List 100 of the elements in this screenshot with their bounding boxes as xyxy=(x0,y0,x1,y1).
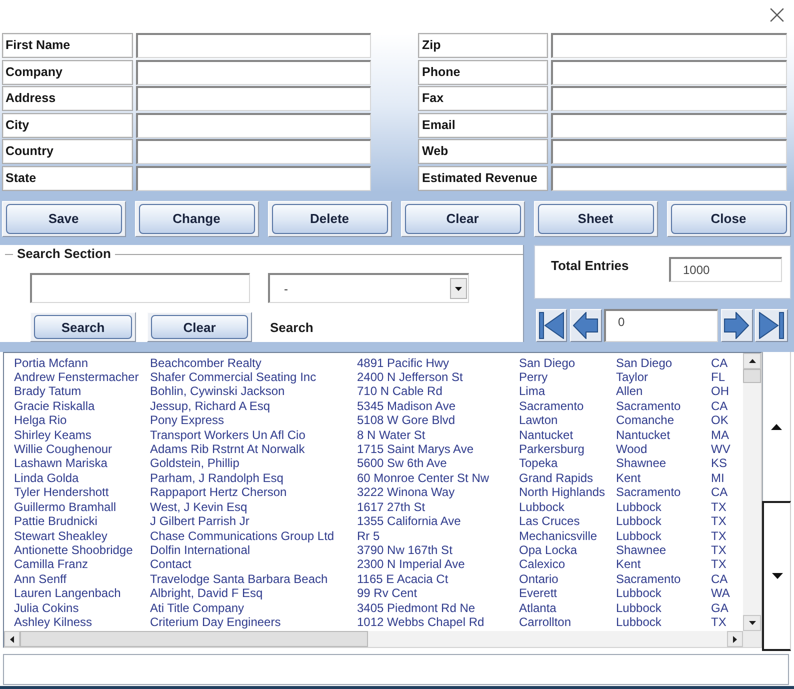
field-label: Email xyxy=(418,112,548,138)
change-button[interactable]: Change xyxy=(134,201,258,236)
status-field[interactable] xyxy=(3,654,789,685)
list-cell: FL xyxy=(711,370,726,384)
list-cell: Ontario xyxy=(519,572,558,586)
field-label: Web xyxy=(418,139,548,164)
scroll-up-button[interactable] xyxy=(743,353,761,369)
list-cell: CA xyxy=(711,572,728,586)
next-page-button[interactable] xyxy=(720,309,752,342)
list-cell: WA xyxy=(711,586,730,601)
list-cell: Lubbock xyxy=(616,600,662,616)
save-button[interactable]: Save xyxy=(2,201,126,236)
down-triangle-icon xyxy=(748,621,756,625)
previous-page-button[interactable] xyxy=(570,309,602,342)
last-page-button[interactable] xyxy=(755,309,788,342)
search-field[interactable] xyxy=(30,273,250,303)
field-label: Country xyxy=(2,139,132,164)
left-triangle-icon xyxy=(10,636,14,642)
list-cell: CA xyxy=(711,485,728,500)
list-cell: Adams Rib Rstrnt At Norwalk xyxy=(150,442,305,456)
sheet-button[interactable]: Sheet xyxy=(534,201,658,236)
field-label: City xyxy=(2,112,132,138)
list-cell: Lashawn Mariska xyxy=(14,456,108,471)
total-entries-field[interactable]: 1000 xyxy=(669,257,782,282)
list-cell: KS xyxy=(711,456,728,471)
list-cell: Parham, J Randolph Esq xyxy=(150,470,284,486)
list-cell: Sacramento xyxy=(616,485,681,500)
input-field[interactable] xyxy=(136,86,370,112)
right-arrow-icon xyxy=(724,312,749,339)
list-cell: Criterium Day Engineers xyxy=(150,615,281,630)
list-cell: Lubbock xyxy=(616,615,662,630)
list-cell: Grand Rapids xyxy=(519,470,594,486)
input-field[interactable] xyxy=(136,139,370,164)
list-cell: 710 N Cable Rd xyxy=(357,384,442,399)
list-cell: Antionette Shoobridge xyxy=(14,542,133,558)
clear-button[interactable]: Clear xyxy=(147,312,252,342)
input-field[interactable] xyxy=(136,166,370,191)
scroll-thumb[interactable] xyxy=(20,631,368,647)
input-field[interactable] xyxy=(136,33,370,58)
list-cell: Lawton xyxy=(519,413,558,428)
list-cell: TX xyxy=(711,500,726,514)
list-cell: CA xyxy=(711,398,728,414)
list-cell: 60 Monroe Center St Nw xyxy=(357,470,490,486)
scroll-right-button[interactable] xyxy=(727,631,743,647)
horizontal-scrollbar[interactable] xyxy=(4,631,743,647)
input-field[interactable] xyxy=(551,139,787,164)
list-cell: J Gilbert Parrish Jr xyxy=(150,514,250,529)
input-field[interactable] xyxy=(136,112,370,138)
clear-button[interactable]: Clear xyxy=(400,201,524,236)
list-cell: Transport Workers Un Afl Cio xyxy=(150,428,306,442)
close-icon[interactable] xyxy=(770,8,784,22)
input-field[interactable] xyxy=(551,33,787,58)
list-cell: Shawnee xyxy=(616,542,666,558)
right-triangle-icon xyxy=(733,636,737,642)
dropdown[interactable]: - xyxy=(268,273,469,303)
scroll-down-button[interactable] xyxy=(762,501,791,651)
scroll-thumb[interactable] xyxy=(743,369,761,383)
list-cell: Chase Communications Group Ltd xyxy=(150,528,334,543)
list-cell: Tyler Hendershott xyxy=(14,485,109,500)
list-cell: Portia Mcfann xyxy=(14,356,88,370)
list-cell: TX xyxy=(711,528,726,543)
list-cell: MA xyxy=(711,428,729,442)
close-button[interactable]: Close xyxy=(666,201,790,236)
input-field[interactable] xyxy=(551,166,787,191)
delete-button[interactable]: Delete xyxy=(268,201,392,236)
list-cell: Jessup, Richard A Esq xyxy=(150,398,270,414)
list-cell: CA xyxy=(711,356,728,370)
list-cell: Lubbock xyxy=(616,500,662,514)
input-field[interactable] xyxy=(551,60,787,85)
list-cell: OH xyxy=(711,384,729,399)
up-triangle-icon xyxy=(748,359,756,363)
list-cell: 2300 N Imperial Ave xyxy=(357,557,465,572)
list-cell: TX xyxy=(711,557,726,572)
total-entries-label: Total Entries xyxy=(551,258,629,273)
first-page-button[interactable] xyxy=(536,309,567,342)
list-cell: TX xyxy=(711,615,726,630)
list-cell: Dolfin International xyxy=(150,542,250,558)
list-cell: Goldstein, Phillip xyxy=(150,456,240,471)
input-field[interactable] xyxy=(136,60,370,85)
vertical-scrollbar[interactable] xyxy=(743,353,761,631)
list-cell: Everett xyxy=(519,586,558,601)
list-cell: GA xyxy=(711,600,728,616)
list-cell: Lubbock xyxy=(616,528,662,543)
list-cell: Las Cruces xyxy=(519,514,580,529)
list-cell: Stewart Sheakley xyxy=(14,528,108,543)
list-cell: Pony Express xyxy=(150,413,224,428)
list-cell: Helga Rio xyxy=(14,413,67,428)
list-cell: San Diego xyxy=(616,356,672,370)
list-cell: Beachcomber Realty xyxy=(150,356,262,370)
list-cell: Rappaport Hertz Cherson xyxy=(150,485,287,500)
list-cell: Perry xyxy=(519,370,548,384)
input-field[interactable] xyxy=(551,112,787,138)
list-cell: 1165 E Acacia Ct xyxy=(357,572,448,586)
field-label: Company xyxy=(2,60,132,85)
input-field[interactable] xyxy=(551,86,787,112)
list-cell: 5345 Madison Ave xyxy=(357,398,456,414)
page-number-field[interactable]: 0 xyxy=(604,309,718,342)
list-cell: 3222 Winona Way xyxy=(357,485,455,500)
scroll-left-button[interactable] xyxy=(4,631,20,647)
search-button[interactable]: Search xyxy=(30,312,136,342)
